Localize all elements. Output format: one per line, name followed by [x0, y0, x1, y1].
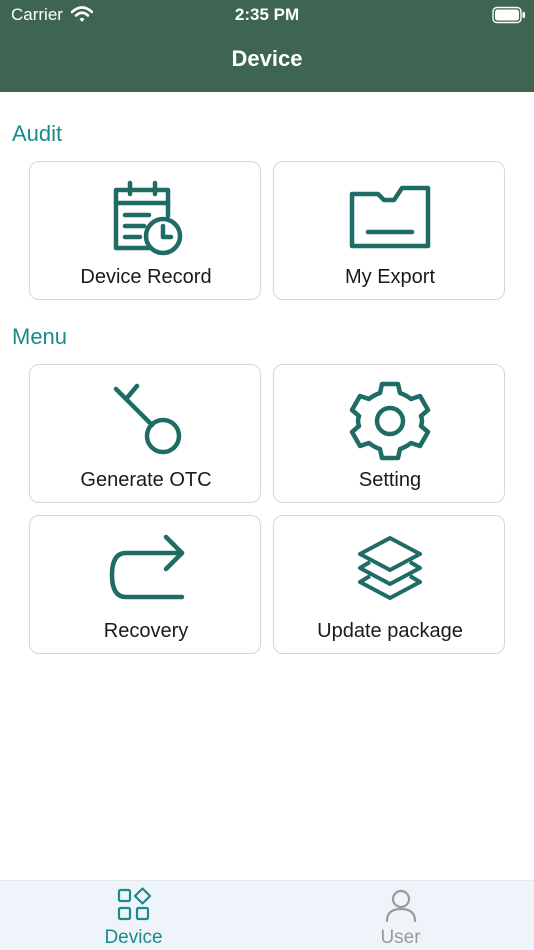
tab-label: User	[380, 927, 421, 948]
card-label: Update package	[317, 620, 463, 642]
card-label: Setting	[358, 469, 422, 491]
folder-icon	[274, 176, 506, 260]
recovery-button[interactable]: Recovery	[29, 515, 261, 654]
gear-icon	[274, 379, 506, 463]
setting-button[interactable]: Setting	[273, 364, 505, 503]
calendar-clock-icon	[30, 176, 262, 260]
my-export-button[interactable]: My Export	[273, 161, 505, 300]
device-screen: Carrier 2:35 PM Device Audit Device Reco…	[0, 0, 534, 950]
section-title-menu: Menu	[12, 324, 68, 349]
generate-otc-button[interactable]: Generate OTC	[29, 364, 261, 503]
u-turn-arrow-icon	[30, 530, 262, 614]
card-label: Device Record	[80, 266, 212, 288]
key-icon	[30, 379, 262, 463]
device-record-button[interactable]: Device Record	[29, 161, 261, 300]
user-icon	[267, 887, 534, 923]
update-package-button[interactable]: Update package	[273, 515, 505, 654]
tab-label: Device	[104, 927, 163, 948]
clock: 2:35 PM	[234, 5, 300, 24]
tab-bar: Device User	[0, 880, 534, 950]
grid-icon	[0, 887, 267, 923]
status-bar: Carrier 2:35 PM	[0, 0, 534, 32]
card-label: My Export	[344, 266, 436, 288]
page-title: Device	[231, 46, 303, 71]
card-label: Generate OTC	[80, 469, 212, 491]
tab-user[interactable]: User	[267, 881, 534, 950]
layers-icon	[274, 530, 506, 614]
card-label: Recovery	[103, 620, 189, 642]
app-header: Carrier 2:35 PM Device	[0, 0, 534, 92]
tab-device[interactable]: Device	[0, 881, 267, 950]
battery-icon	[492, 6, 526, 24]
section-title-audit: Audit	[12, 121, 63, 146]
